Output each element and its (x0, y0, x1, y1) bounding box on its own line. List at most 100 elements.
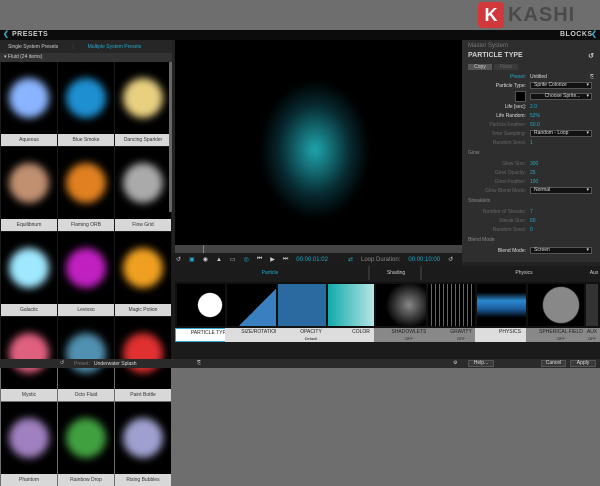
particle-type-select[interactable]: Sprite Colorize (530, 82, 592, 89)
camera-icon[interactable]: ▣ (189, 256, 195, 263)
preset-item[interactable]: Rising Bubbles (115, 402, 171, 486)
skip-forward-icon[interactable]: ⏭ (283, 256, 288, 263)
property-label: Particle Feather: (489, 121, 526, 128)
reset-preset-icon[interactable]: ↺ (60, 360, 64, 366)
copy-button[interactable]: Copy (468, 64, 492, 70)
eye-icon[interactable]: ◎ (244, 256, 249, 263)
grid-floor-icon[interactable]: ▲ (216, 257, 222, 263)
blend-mode-section: Blend Mode (468, 237, 495, 243)
choose-sprite-button[interactable]: Choose Sprite... (530, 92, 592, 100)
property-value[interactable]: 0 (530, 227, 533, 233)
skip-back-icon[interactable]: ⏮ (257, 256, 262, 263)
preset-item[interactable]: Flow Grid (115, 147, 171, 231)
collapse-blocks-icon[interactable]: ❮ (591, 30, 597, 38)
preset-label: Flow Grid (115, 219, 171, 231)
loop-duration-value[interactable]: 00:00:10:00 (408, 257, 440, 263)
preset-label: Blue Smoke (58, 134, 114, 146)
folder-label: Fluid (24 items) (7, 54, 43, 60)
tab-multiple-system[interactable]: Multiple System Presets (88, 44, 142, 50)
preset-label: Magic Potion (115, 304, 171, 316)
blend-mode-select[interactable]: Screen (530, 247, 592, 254)
preset-item[interactable]: Equilibrium (1, 147, 57, 231)
block-label: COLOR (352, 329, 370, 335)
glow-section: Glow (468, 150, 480, 156)
reset-loop-icon[interactable]: ↺ (448, 256, 453, 263)
preset-label: Paint Bottle (115, 389, 171, 401)
gear-icon[interactable]: ⚙ (453, 360, 457, 366)
toggle-icon[interactable]: ◉ (203, 256, 208, 263)
play-icon[interactable]: ▶ (270, 256, 275, 263)
preset-label: Phantom (1, 474, 57, 486)
frame-icon[interactable]: ▭ (230, 256, 236, 263)
reset-block-icon[interactable]: ↺ (588, 52, 594, 62)
apply-button[interactable]: Apply (570, 360, 596, 367)
property-value[interactable]: 2.0 (530, 104, 537, 110)
playhead[interactable] (203, 245, 204, 253)
property-value[interactable]: 25 (530, 170, 536, 176)
blocks-title: BLOCKS (560, 31, 593, 38)
loop-icon[interactable]: ⇄ (348, 256, 353, 263)
property-value[interactable]: 300 (530, 161, 538, 167)
preset-item[interactable]: Levioso (58, 232, 114, 316)
time-sampling-select[interactable]: Random - Loop (530, 130, 592, 137)
random-seed-value[interactable]: 1 (530, 140, 533, 146)
group-physics[interactable]: Physics (424, 266, 600, 280)
preset-thumbnail (115, 232, 171, 304)
property-label: Random Seed: (492, 226, 526, 233)
glow-blend-select[interactable]: Normal (530, 187, 592, 194)
paste-button[interactable]: Paste (494, 64, 518, 70)
preset-thumbnail (58, 402, 114, 474)
preset-item[interactable]: Dancing Sparkler (115, 62, 171, 146)
block-label: SPHERICAL FIELD (539, 329, 583, 335)
folder-fluid[interactable]: ▾ Fluid (24 items) (0, 53, 172, 62)
scrollbar[interactable] (169, 62, 172, 212)
save-preset-icon[interactable]: ⎘ (197, 360, 201, 366)
preset-thumbnail (1, 147, 57, 219)
cancel-button[interactable]: Cancel (541, 360, 566, 367)
preset-item[interactable]: Phantom (1, 402, 57, 486)
collapse-presets-icon[interactable]: ❮ (3, 30, 9, 38)
preset-label: Aqueous (1, 134, 57, 146)
preset-label: Dancing Sparkler (115, 134, 171, 146)
bottom-bar: ↺ Preset: Underwater Splash ⎘ ⚙ Help... … (0, 359, 600, 368)
preset-item[interactable]: Rainbow Drop (58, 402, 114, 486)
property-label: Life [sec]: (504, 103, 526, 110)
preset-thumbnail (115, 147, 171, 219)
preset-label: Octo Fluid (58, 389, 114, 401)
preset-thumbnail (58, 62, 114, 134)
block-aux[interactable]: AUX OFF (584, 282, 600, 342)
preset-item[interactable]: Blue Smoke (58, 62, 114, 146)
group-shading[interactable]: Shading (372, 266, 422, 280)
particle-preview (260, 80, 370, 220)
property-value[interactable]: 100 (530, 179, 538, 185)
reset-icon[interactable]: ↺ (176, 256, 181, 263)
timeline-scrubber[interactable] (175, 245, 462, 253)
preset-item[interactable]: Aqueous (1, 62, 57, 146)
watermark-logo: K KASHI (478, 2, 575, 28)
property-label: Glow Feather: (494, 178, 526, 185)
preset-item[interactable]: Galactic (1, 232, 57, 316)
property-value[interactable]: 60 (530, 218, 536, 224)
property-value[interactable]: 52% (530, 113, 540, 119)
logo-mark: K (478, 2, 504, 28)
preset-item[interactable]: Magic Potion (115, 232, 171, 316)
property-label: Streak Size: (499, 217, 526, 224)
block-label: AUX (586, 329, 598, 335)
property-label: Life Random: (496, 112, 526, 119)
footer-preset-label: Preset: (74, 361, 90, 367)
help-button[interactable]: Help... (468, 360, 494, 367)
preset-label: Rainbow Drop (58, 474, 114, 486)
property-value[interactable]: 7 (530, 209, 533, 215)
property-label: Glow Opacity: (494, 169, 526, 176)
preset-thumbnail (58, 147, 114, 219)
group-particle[interactable]: Particle (172, 266, 370, 280)
playback-toolbar: ↺ ▣ ◉ ▲ ▭ ◎ ⏮ ▶ ⏭ 00:00:01:02 ⇄ Loop Dur… (172, 253, 462, 266)
sprite-thumbnail (515, 90, 526, 102)
tab-single-system[interactable]: Single System Presets (8, 44, 58, 50)
preset-label: Levioso (58, 304, 114, 316)
property-value[interactable]: 50.0 (530, 122, 540, 128)
preset-item[interactable]: Flaming ORB (58, 147, 114, 231)
save-preset-icon[interactable]: ⎘ (590, 74, 594, 80)
group-aux[interactable]: Aux (584, 266, 600, 280)
top-strip: ❮ PRESETS BLOCKS ❮ (0, 30, 600, 40)
